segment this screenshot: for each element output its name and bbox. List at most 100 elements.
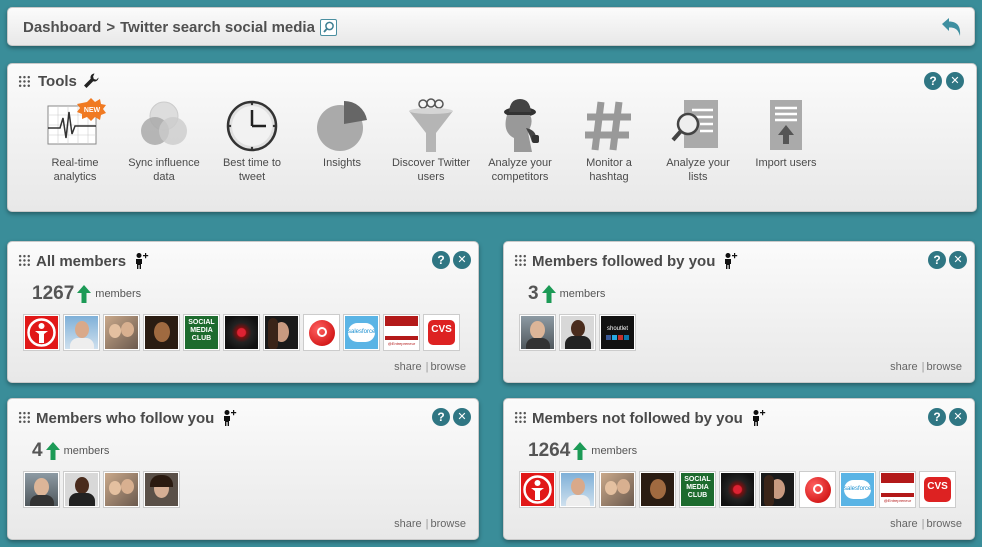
tool-real-time-analytics[interactable]: NEW Real-time analytics: [35, 98, 115, 184]
close-button[interactable]: ✕: [453, 251, 471, 269]
detective-icon: [492, 98, 548, 154]
avatar[interactable]: SOCIAL MEDIA CLUB: [679, 471, 716, 508]
tool-label: Analyze your lists: [666, 157, 730, 183]
salesforce-logo: salesforce: [844, 480, 871, 499]
count-value[interactable]: 1267: [32, 283, 74, 305]
avatar[interactable]: [63, 314, 100, 351]
avatar[interactable]: [23, 471, 60, 508]
link-separator: |: [921, 361, 925, 373]
member-count: 4 members: [32, 440, 109, 462]
tool-insights[interactable]: Insights: [302, 98, 382, 170]
share-link[interactable]: share: [890, 518, 918, 530]
help-button[interactable]: ?: [924, 72, 942, 90]
shoutlet-logo: shoutlet: [606, 326, 628, 332]
avatar[interactable]: [103, 471, 140, 508]
member-count: 1264 members: [528, 440, 637, 462]
avatar[interactable]: CVS: [423, 314, 460, 351]
avatar[interactable]: [559, 471, 596, 508]
breadcrumb-bar: Dashboard > Twitter search social media: [7, 7, 975, 46]
tool-label: Analyze your competitors: [488, 157, 552, 183]
avatar[interactable]: @Entrepreneur: [383, 314, 420, 351]
help-button[interactable]: ?: [432, 251, 450, 269]
count-value[interactable]: 4: [32, 440, 43, 462]
close-button[interactable]: ✕: [949, 251, 967, 269]
drag-grip-icon[interactable]: [514, 254, 527, 267]
browse-link[interactable]: browse: [927, 518, 962, 530]
entrepreneur-logo: @Entrepreneur: [883, 498, 912, 503]
venn-circles-icon: [136, 98, 192, 154]
avatar[interactable]: [799, 471, 836, 508]
social-media-club-logo: SOCIAL MEDIA CLUB: [681, 473, 714, 506]
browse-link[interactable]: browse: [431, 518, 466, 530]
tool-analyze-your-lists[interactable]: Analyze your lists: [658, 98, 738, 184]
tool-discover-twitter-users[interactable]: Discover Twitter users: [391, 98, 471, 184]
avatar[interactable]: [639, 471, 676, 508]
avatar[interactable]: [23, 314, 60, 351]
avatar[interactable]: [223, 314, 260, 351]
search-icon[interactable]: [319, 19, 337, 36]
pulse-chart-icon: NEW: [47, 98, 106, 154]
browse-link[interactable]: browse: [431, 361, 466, 373]
avatar[interactable]: [519, 471, 556, 508]
count-value[interactable]: 3: [528, 283, 539, 305]
count-value[interactable]: 1264: [528, 440, 570, 462]
avatar[interactable]: @Entrepreneur: [879, 471, 916, 508]
drag-grip-icon[interactable]: [18, 75, 31, 88]
tool-monitor-a-hashtag[interactable]: Monitor a hashtag: [569, 98, 649, 184]
avatar[interactable]: [103, 314, 140, 351]
tool-label: Real-time analytics: [51, 157, 99, 183]
avatar-list: [23, 471, 183, 508]
close-button[interactable]: ✕: [949, 408, 967, 426]
avatar[interactable]: [303, 314, 340, 351]
person-plus-icon: [721, 252, 739, 270]
close-button[interactable]: ✕: [453, 408, 471, 426]
help-button[interactable]: ?: [928, 408, 946, 426]
tool-analyze-your-competitors[interactable]: Analyze your competitors: [480, 98, 560, 184]
followed-by-you-panel: Members followed by you ? ✕ 3 members sh…: [503, 241, 975, 383]
avatar[interactable]: [759, 471, 796, 508]
breadcrumb-root[interactable]: Dashboard: [23, 19, 101, 36]
tool-best-time-to-tweet[interactable]: Best time to tweet: [212, 98, 292, 184]
avatar[interactable]: [63, 471, 100, 508]
avatar-list: SOCIAL MEDIA CLUB salesforce @Entreprene…: [23, 314, 463, 351]
tool-label: Sync influence data: [128, 157, 200, 183]
breadcrumb: Dashboard > Twitter search social media: [23, 19, 337, 36]
help-button[interactable]: ?: [432, 408, 450, 426]
avatar[interactable]: shoutlet: [599, 314, 636, 351]
drag-grip-icon[interactable]: [18, 254, 31, 267]
panel-title: Tools: [38, 72, 100, 90]
drag-grip-icon[interactable]: [514, 411, 527, 424]
breadcrumb-current: Twitter search social media: [120, 19, 315, 36]
tool-import-users[interactable]: Import users: [746, 98, 826, 170]
avatar[interactable]: [263, 314, 300, 351]
avatar[interactable]: SOCIAL MEDIA CLUB: [183, 314, 220, 351]
avatar[interactable]: salesforce: [839, 471, 876, 508]
up-arrow-icon: [573, 442, 587, 460]
member-count: 3 members: [528, 283, 605, 305]
breadcrumb-separator: >: [106, 19, 116, 36]
avatar[interactable]: [143, 314, 180, 351]
avatar[interactable]: [719, 471, 756, 508]
drag-grip-icon[interactable]: [18, 411, 31, 424]
share-link[interactable]: share: [394, 361, 422, 373]
help-button[interactable]: ?: [928, 251, 946, 269]
tool-sync-influence-data[interactable]: Sync influence data: [124, 98, 204, 184]
hashtag-icon: [581, 98, 637, 154]
avatar[interactable]: [599, 471, 636, 508]
avatar[interactable]: [519, 314, 556, 351]
close-button[interactable]: ✕: [946, 72, 964, 90]
share-link[interactable]: share: [890, 361, 918, 373]
avatar[interactable]: salesforce: [343, 314, 380, 351]
browse-link[interactable]: browse: [927, 361, 962, 373]
up-arrow-icon: [542, 285, 556, 303]
count-unit: members: [591, 445, 638, 457]
import-document-icon: [758, 98, 814, 154]
not-followed-panel: Members not followed by you ? ✕ 1264 mem…: [503, 398, 975, 540]
back-arrow-icon[interactable]: [938, 15, 964, 41]
avatar[interactable]: [143, 471, 180, 508]
follow-you-title: Members who follow you: [36, 409, 215, 427]
share-link[interactable]: share: [394, 518, 422, 530]
panel-links: share | browse: [394, 361, 466, 373]
avatar[interactable]: CVS: [919, 471, 956, 508]
avatar[interactable]: [559, 314, 596, 351]
